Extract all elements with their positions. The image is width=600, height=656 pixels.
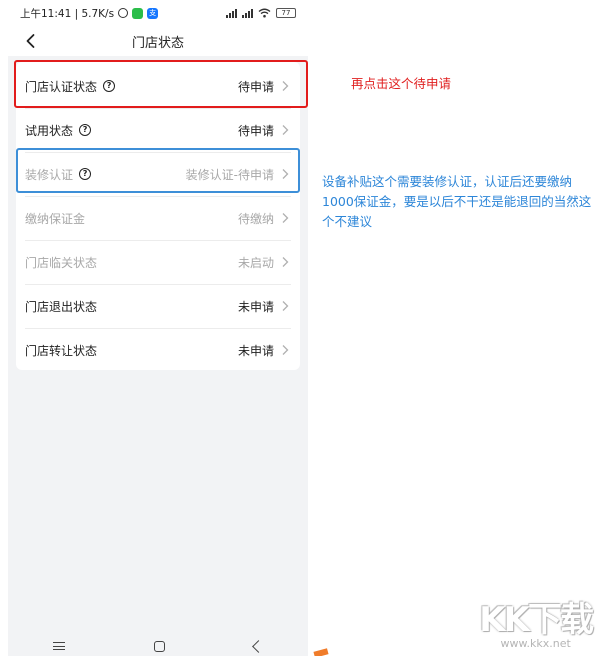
signal-icon	[226, 8, 237, 18]
row-value: 待缴纳	[237, 211, 274, 226]
row-label: 门店临关状态	[25, 255, 98, 270]
row-label: 缴纳保证金	[25, 211, 86, 226]
chevron-right-icon	[282, 257, 289, 267]
row-store-transfer[interactable]: 门店转让状态 未申请	[16, 328, 300, 372]
back-arrow-icon[interactable]	[22, 32, 40, 50]
nav-back-icon[interactable]	[252, 639, 266, 653]
alipay-icon: 支	[147, 7, 159, 19]
status-right: 77	[226, 8, 296, 18]
status-list-card: 门店认证状态 ? 待申请 试用状态 ? 待申请 装修认证 ? 装修认证-待申请	[16, 62, 300, 370]
annotation-red: 再点击这个待申请	[351, 76, 452, 91]
chevron-right-icon	[282, 213, 289, 223]
highlight-box-blue	[16, 148, 300, 193]
watermark-logo: KK下载	[479, 600, 594, 640]
row-value: 未启动	[237, 255, 274, 270]
row-temporary-close[interactable]: 门店临关状态 未启动	[16, 240, 300, 284]
row-store-exit[interactable]: 门店退出状态 未申请	[16, 284, 300, 328]
row-trial-status[interactable]: 试用状态 ? 待申请	[16, 108, 300, 152]
row-value: 未申请	[237, 343, 274, 358]
help-circle-icon[interactable]: ?	[79, 124, 92, 136]
screenshot-root: 上午11:41 | 5.7K/s 支 77 门店状态 门店认证状态 ? 待申请 …	[0, 0, 600, 656]
row-label: 门店退出状态	[25, 299, 98, 314]
alarm-icon	[118, 8, 129, 18]
chevron-right-icon	[282, 345, 289, 355]
annotation-blue: 设备补贴这个需要装修认证，认证后还要缴纳1000保证金，要是以后不干还是能退回的…	[322, 174, 592, 229]
menu-icon[interactable]	[52, 642, 65, 650]
nav-bar: 门店状态	[8, 26, 308, 56]
highlight-box-red	[14, 60, 308, 108]
status-time-speed: 上午11:41 | 5.7K/s	[20, 7, 115, 20]
chevron-right-icon	[282, 125, 289, 135]
signal-icon	[242, 8, 253, 18]
watermark: KK下载 www.kkx.net	[479, 592, 594, 650]
row-value: 待申请	[237, 123, 274, 138]
status-bar: 上午11:41 | 5.7K/s 支 77	[8, 0, 308, 26]
row-value: 未申请	[237, 299, 274, 314]
row-deposit[interactable]: 缴纳保证金 待缴纳	[16, 196, 300, 240]
wechat-icon	[132, 7, 144, 19]
chevron-right-icon	[282, 301, 289, 311]
orange-mark	[313, 648, 329, 656]
system-nav-bar	[8, 636, 308, 656]
home-icon[interactable]	[153, 640, 165, 652]
battery-icon: 77	[276, 8, 296, 18]
row-label: 试用状态	[25, 123, 74, 138]
status-left: 上午11:41 | 5.7K/s 支	[20, 6, 159, 21]
page-title: 门店状态	[131, 35, 184, 51]
row-label: 门店转让状态	[25, 343, 98, 358]
wifi-icon	[258, 8, 271, 18]
